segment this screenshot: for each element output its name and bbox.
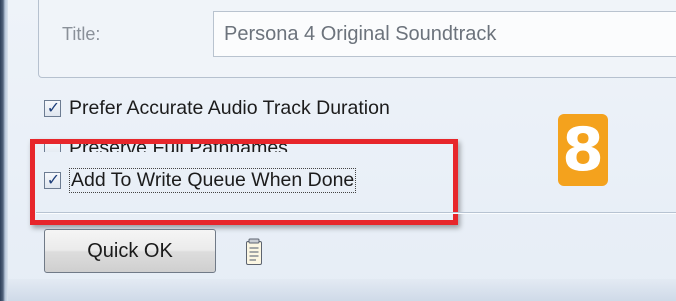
option-prefer-accurate-duration[interactable]: ✓ Prefer Accurate Audio Track Duration xyxy=(44,96,390,120)
notepad-icon[interactable] xyxy=(245,238,263,266)
step-number-badge: 8 xyxy=(558,114,608,186)
quick-ok-button[interactable]: Quick OK xyxy=(44,229,216,273)
option-label: Prefer Accurate Audio Track Duration xyxy=(69,96,390,119)
title-field[interactable] xyxy=(213,11,676,57)
checkbox-checked[interactable]: ✓ xyxy=(44,97,61,117)
window-frame-edge xyxy=(0,0,8,301)
divider xyxy=(36,212,676,214)
window-bottom-band xyxy=(8,279,676,301)
checkmark-icon: ✓ xyxy=(46,97,61,117)
title-label: Title: xyxy=(62,24,101,44)
dialog-window: Title: ✓ Prefer Accurate Audio Track Dur… xyxy=(0,0,676,301)
